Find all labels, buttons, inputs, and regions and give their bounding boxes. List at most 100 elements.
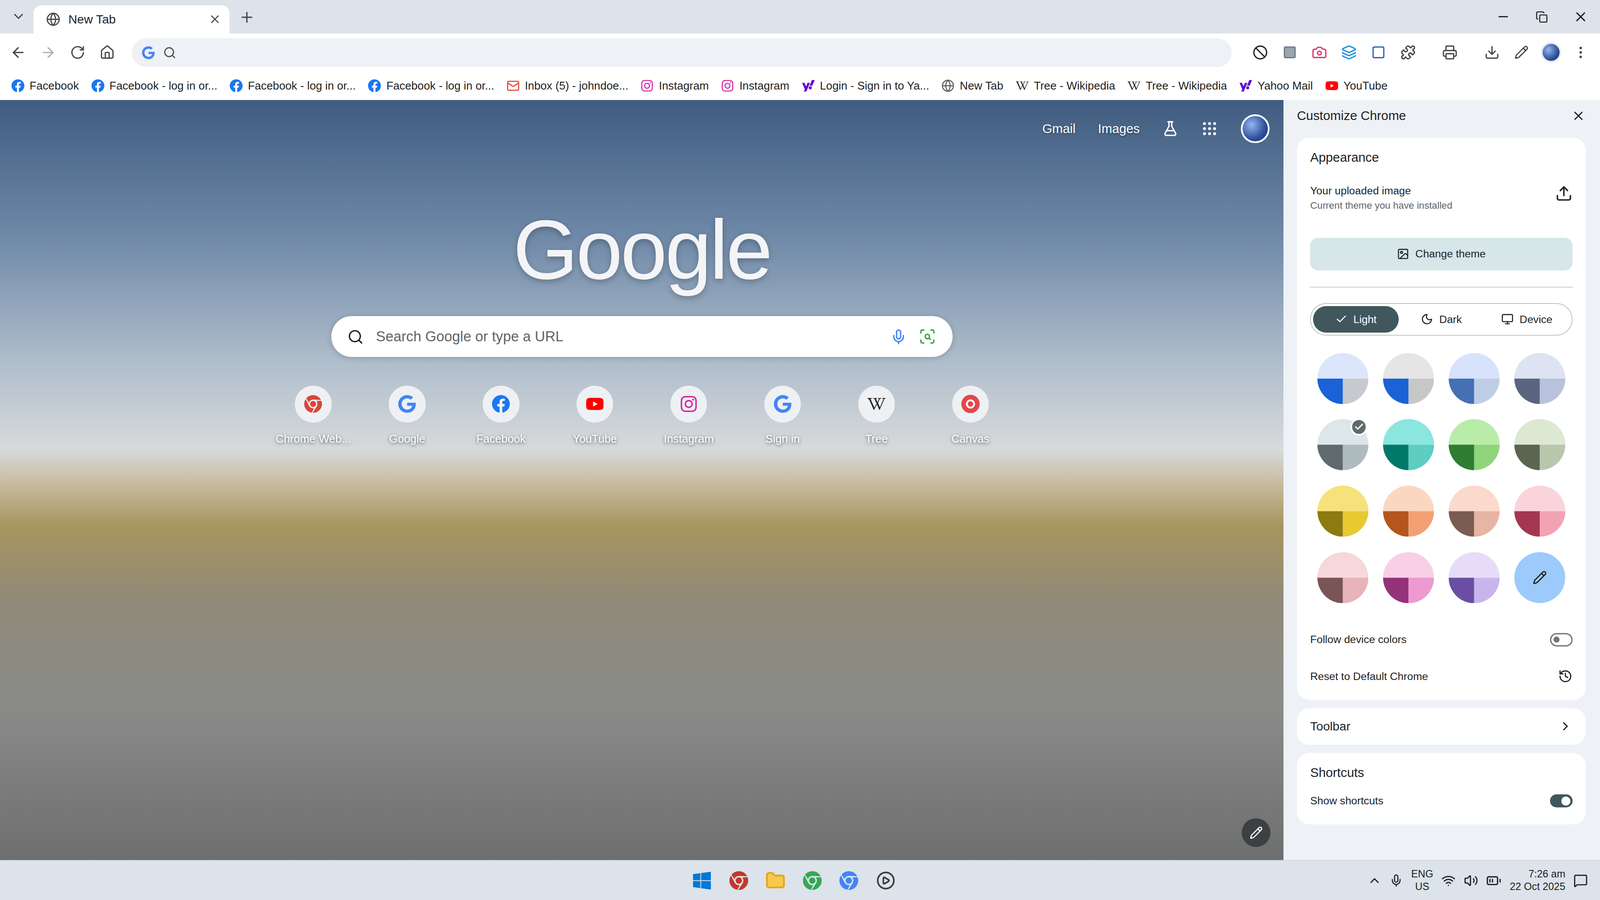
bookmark[interactable]: YouTube: [1320, 76, 1393, 96]
browser-tab[interactable]: New Tab: [33, 5, 230, 34]
bookmark[interactable]: Tree - Wikipedia: [1122, 76, 1233, 96]
toggle[interactable]: [1550, 794, 1573, 808]
language-indicator[interactable]: ENGUS: [1411, 867, 1434, 894]
address-bar[interactable]: [131, 38, 1232, 67]
home-button[interactable]: [93, 39, 121, 66]
extension-button[interactable]: [1276, 39, 1304, 66]
color-swatch[interactable]: [1375, 418, 1442, 472]
color-swatch[interactable]: [1441, 484, 1507, 538]
bookmark[interactable]: Yahoo Mail: [1233, 76, 1318, 96]
downloads-button[interactable]: [1478, 39, 1506, 66]
apps-icon[interactable]: [1200, 120, 1219, 138]
taskbar-app[interactable]: [797, 866, 827, 895]
mic-icon[interactable]: [890, 328, 907, 346]
shortcut[interactable]: YouTube: [547, 385, 642, 446]
wifi-icon[interactable]: [1441, 873, 1456, 888]
shortcut-tile: [670, 385, 707, 423]
shortcut[interactable]: Sign in: [735, 385, 830, 446]
bookmarks-bar: FacebookFacebook - log in or...Facebook …: [0, 71, 1600, 100]
shortcut[interactable]: Canvas: [923, 385, 1018, 446]
mode-option[interactable]: Light: [1313, 306, 1399, 334]
lens-icon[interactable]: [918, 327, 937, 346]
taskbar-app[interactable]: [724, 866, 754, 895]
taskbar-app[interactable]: [761, 866, 790, 895]
back-button[interactable]: [5, 39, 32, 66]
color-swatch[interactable]: [1310, 484, 1376, 538]
mode-option[interactable]: Device: [1483, 306, 1570, 334]
change-theme-button[interactable]: Change theme: [1310, 237, 1573, 271]
color-swatch[interactable]: [1441, 550, 1507, 604]
color-swatch[interactable]: [1506, 484, 1573, 538]
taskbar-app[interactable]: [834, 866, 864, 895]
battery-icon[interactable]: [1486, 873, 1502, 889]
bookmark[interactable]: New Tab: [936, 76, 1009, 96]
bookmark[interactable]: Instagram: [716, 76, 795, 96]
extension-icon: [1371, 45, 1386, 60]
start-button[interactable]: [687, 866, 717, 895]
shortcut[interactable]: Chrome Web...: [266, 385, 361, 446]
notification-icon[interactable]: [1573, 873, 1588, 888]
bookmark[interactable]: Login - Sign in to Ya...: [796, 76, 935, 96]
customize-fab[interactable]: [1241, 818, 1271, 847]
bookmark[interactable]: Facebook - log in or...: [363, 76, 500, 96]
clock[interactable]: 7:26 am22 Oct 2025: [1509, 867, 1566, 894]
extensions-button[interactable]: [1394, 39, 1422, 66]
media-player-icon: [876, 870, 896, 891]
color-swatch[interactable]: [1375, 352, 1442, 406]
color-swatch[interactable]: [1441, 418, 1507, 472]
yahoo-icon: [1239, 79, 1253, 93]
shortcut[interactable]: Tree: [829, 385, 924, 446]
reset-row[interactable]: Reset to Default Chrome: [1310, 667, 1573, 686]
print-button[interactable]: [1436, 39, 1464, 66]
color-swatch[interactable]: [1310, 550, 1376, 604]
color-swatch[interactable]: [1441, 352, 1507, 406]
upload-icon[interactable]: [1555, 184, 1573, 203]
bookmark[interactable]: Facebook - log in or...: [224, 76, 361, 96]
volume-icon[interactable]: [1463, 873, 1479, 888]
bookmark[interactable]: Instagram: [635, 76, 714, 96]
shortcut[interactable]: Facebook: [453, 385, 548, 446]
search-box[interactable]: Search Google or type a URL: [331, 316, 953, 357]
close-icon[interactable]: [1571, 108, 1586, 124]
reload-button[interactable]: [64, 39, 91, 66]
toolbar-card[interactable]: Toolbar: [1296, 708, 1586, 745]
taskbar-app[interactable]: [871, 866, 900, 895]
bookmark[interactable]: Inbox (5) - johndoe...: [501, 76, 634, 96]
extension-icon: [1311, 44, 1327, 60]
menu-button[interactable]: [1567, 39, 1594, 66]
forward-button[interactable]: [34, 39, 62, 66]
new-tab-button[interactable]: [233, 3, 260, 31]
bookmark[interactable]: Facebook: [6, 76, 84, 96]
labs-icon[interactable]: [1162, 120, 1179, 137]
restore-button[interactable]: [1522, 0, 1562, 34]
color-swatch[interactable]: [1375, 550, 1442, 604]
color-swatch[interactable]: [1310, 418, 1376, 472]
shortcut[interactable]: Instagram: [641, 385, 736, 446]
chevron-up-icon[interactable]: [1367, 873, 1382, 888]
extension-button[interactable]: [1246, 39, 1274, 66]
avatar-icon[interactable]: [1240, 114, 1270, 144]
color-swatch[interactable]: [1506, 550, 1573, 604]
customize-button[interactable]: [1508, 39, 1535, 66]
close-button[interactable]: [1561, 0, 1600, 34]
shortcut[interactable]: Google: [360, 385, 454, 446]
extension-button[interactable]: [1306, 39, 1333, 66]
new-tab-page: Gmail Images Google Search Google or type a…: [0, 100, 1284, 860]
minimize-button[interactable]: [1483, 0, 1523, 34]
extension-button[interactable]: [1365, 39, 1392, 66]
mode-option[interactable]: Dark: [1398, 306, 1485, 334]
mic-icon[interactable]: [1389, 873, 1404, 888]
close-icon[interactable]: [208, 12, 222, 27]
color-swatch[interactable]: [1506, 418, 1573, 472]
color-swatch[interactable]: [1506, 352, 1573, 406]
bookmark[interactable]: Facebook - log in or...: [86, 76, 223, 96]
extension-button[interactable]: [1335, 39, 1363, 66]
top-link[interactable]: Images: [1097, 121, 1140, 137]
toggle[interactable]: [1550, 633, 1573, 647]
color-swatch[interactable]: [1310, 352, 1376, 406]
profile-button[interactable]: [1537, 39, 1565, 66]
bookmark[interactable]: Tree - Wikipedia: [1010, 76, 1121, 96]
color-swatch[interactable]: [1375, 484, 1442, 538]
top-link[interactable]: Gmail: [1042, 121, 1076, 137]
tab-search-button[interactable]: [5, 3, 32, 30]
